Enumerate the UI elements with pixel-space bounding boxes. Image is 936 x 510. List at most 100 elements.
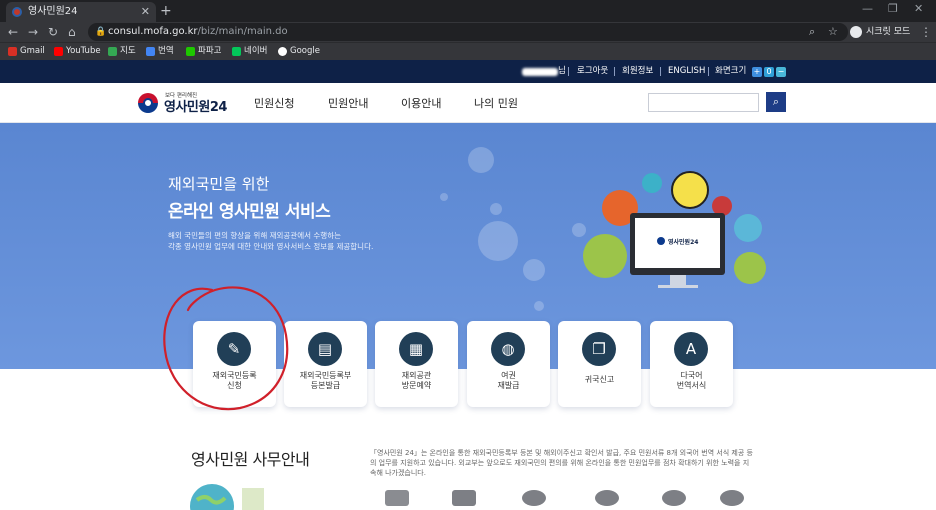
bookmark-maps[interactable]: 지도 bbox=[108, 43, 136, 60]
hero-desc-line: 해외 국민들의 편의 향상을 위해 재외공관에서 수행하는 bbox=[168, 231, 342, 240]
passport-icon: ◍ bbox=[491, 332, 525, 366]
nav-apply[interactable]: 민원신청 bbox=[254, 95, 294, 111]
bookmark-label: YouTube bbox=[66, 46, 101, 56]
site-favicon-icon bbox=[12, 7, 22, 17]
card-passport-reissue[interactable]: ◍ 여권 재발급 bbox=[467, 321, 550, 407]
card-icon bbox=[452, 490, 476, 506]
redacted-username bbox=[522, 68, 558, 76]
card-label: 귀국신고 bbox=[584, 375, 615, 384]
browser-tab[interactable]: 영사민원24 ✕ bbox=[6, 2, 156, 22]
monitor-icon bbox=[385, 490, 409, 506]
consular-service-illustration: 영사민원24 bbox=[583, 171, 766, 288]
member-info-link[interactable]: 회원정보 bbox=[622, 60, 653, 83]
card-label: 재외국민등록 신청 bbox=[212, 371, 257, 390]
font-reset-button[interactable]: 0 bbox=[764, 67, 774, 77]
papago-icon bbox=[186, 47, 195, 56]
bookmark-gmail[interactable]: Gmail bbox=[8, 43, 45, 60]
card-label: 재외공관 방문예약 bbox=[401, 371, 432, 390]
browser-toolbar: ← → ↻ ⌂ 🔒 consul.mofa.go.kr/biz/main/mai… bbox=[0, 22, 936, 42]
translate-icon: A bbox=[674, 332, 708, 366]
naver-icon bbox=[232, 47, 241, 56]
forward-icon[interactable]: → bbox=[28, 23, 38, 41]
reload-icon[interactable]: ↻ bbox=[48, 23, 58, 41]
calendar-icon: ▦ bbox=[399, 332, 433, 366]
card-registry-copy[interactable]: ▤ 재외국민등록부 등본발급 bbox=[284, 321, 367, 407]
hero-kicker: 재외국민을 위한 bbox=[168, 175, 270, 193]
back-icon[interactable]: ← bbox=[8, 23, 18, 41]
bookmark-google[interactable]: Google bbox=[278, 43, 320, 60]
zoom-icon[interactable]: ⌕ bbox=[809, 23, 815, 41]
card-overseas-registration[interactable]: ✎ 재외국민등록 신청 bbox=[193, 321, 276, 407]
divider bbox=[708, 67, 709, 76]
decor-bubble bbox=[534, 301, 544, 311]
bookmark-translate[interactable]: 번역 bbox=[146, 43, 174, 60]
site-logo[interactable]: 영사민원24 bbox=[164, 96, 227, 115]
cards-icon: ❐ bbox=[582, 332, 616, 366]
decor-bubble bbox=[478, 221, 518, 261]
home-icon[interactable]: ⌂ bbox=[68, 23, 76, 41]
browser-tab-bar: 영사민원24 ✕ + — ❐ ✕ bbox=[0, 0, 936, 22]
nav-guide[interactable]: 민원안내 bbox=[328, 95, 368, 111]
bookmark-label: Gmail bbox=[20, 46, 45, 56]
translate-app-icon bbox=[146, 47, 155, 56]
nav-usage[interactable]: 이용안내 bbox=[401, 95, 441, 111]
government-emblem-icon[interactable] bbox=[138, 93, 158, 113]
card-visit-reservation[interactable]: ▦ 재외공관 방문예약 bbox=[375, 321, 458, 407]
address-bar[interactable]: 🔒 consul.mofa.go.kr/biz/main/main.do bbox=[88, 23, 848, 41]
hero-description: 해외 국민들의 편의 향상을 위해 재외공관에서 수행하는 각종 영사민원 업무… bbox=[168, 230, 428, 252]
bookmark-papago[interactable]: 파파고 bbox=[186, 43, 221, 60]
card-label: 재외국민등록부 등본발급 bbox=[299, 371, 352, 390]
certificate-icon: ▤ bbox=[308, 332, 342, 366]
english-link[interactable]: ENGLISH bbox=[668, 60, 705, 83]
certificate-bubble-icon bbox=[734, 252, 766, 284]
chat-bubble-icon bbox=[671, 171, 709, 209]
url-path: /biz/main/main.do bbox=[197, 26, 288, 37]
globe-icon bbox=[662, 490, 686, 506]
bookmark-label: Google bbox=[290, 46, 320, 56]
browser-menu-icon[interactable]: ⋮ bbox=[920, 23, 932, 41]
search-input[interactable] bbox=[648, 93, 759, 112]
mail-icon bbox=[720, 490, 744, 506]
gmail-icon bbox=[8, 47, 17, 56]
font-plus-button[interactable]: + bbox=[752, 67, 762, 77]
bookmark-naver[interactable]: 네이버 bbox=[232, 43, 267, 60]
people-icon bbox=[595, 490, 619, 506]
incognito-icon bbox=[850, 26, 862, 38]
incognito-indicator[interactable]: 시크릿 모드 bbox=[850, 24, 910, 40]
bookmarks-bar: Gmail YouTube 지도 번역 파파고 네이버 Google bbox=[0, 42, 936, 60]
site-header: 보다 편리해진 영사민원24 민원신청 민원안내 이용안내 나의 민원 ⌕ bbox=[0, 83, 936, 123]
logout-link[interactable]: 로그아웃 bbox=[577, 60, 608, 83]
decor-bubble bbox=[468, 147, 494, 173]
google-icon bbox=[278, 47, 287, 56]
globe-illustration bbox=[190, 484, 264, 510]
search-button[interactable]: ⌕ bbox=[766, 92, 786, 112]
utility-bar: 님 로그아웃 회원정보 ENGLISH 화면크기 + 0 − bbox=[0, 60, 936, 83]
decor-bubble bbox=[440, 193, 448, 201]
megaphone-bubble-icon bbox=[734, 214, 762, 242]
card-multilingual-forms[interactable]: A 다국어 번역서식 bbox=[650, 321, 733, 407]
incognito-label: 시크릿 모드 bbox=[866, 27, 911, 37]
window-close-icon[interactable]: ✕ bbox=[914, 2, 923, 15]
card-label: 여권 재발급 bbox=[497, 371, 520, 390]
minimize-icon[interactable]: — bbox=[862, 2, 873, 15]
card-label: 다국어 번역서식 bbox=[676, 371, 707, 390]
url-host: consul.mofa.go.kr bbox=[108, 26, 198, 37]
lock-icon: 🔒 bbox=[95, 27, 107, 37]
bookmark-label: 지도 bbox=[120, 46, 136, 56]
restore-icon[interactable]: ❐ bbox=[888, 2, 898, 15]
user-suffix: 님 bbox=[558, 66, 566, 76]
bookmark-label: 번역 bbox=[158, 46, 174, 56]
divider bbox=[660, 67, 661, 76]
card-return-report[interactable]: ❐ 귀국신고 bbox=[558, 321, 641, 407]
font-minus-button[interactable]: − bbox=[776, 67, 786, 77]
bookmark-star-icon[interactable]: ☆ bbox=[828, 23, 838, 41]
screen-size-label: 화면크기 bbox=[715, 66, 747, 76]
bookmark-label: 파파고 bbox=[198, 46, 222, 56]
bookmark-label: 네이버 bbox=[244, 46, 268, 56]
youtube-icon bbox=[54, 47, 63, 56]
tab-close-icon[interactable]: ✕ bbox=[141, 2, 150, 22]
bookmark-youtube[interactable]: YouTube bbox=[54, 43, 101, 60]
nav-my-requests[interactable]: 나의 민원 bbox=[474, 95, 518, 111]
new-tab-button[interactable]: + bbox=[160, 2, 172, 20]
passport-bubble-icon bbox=[583, 234, 627, 278]
